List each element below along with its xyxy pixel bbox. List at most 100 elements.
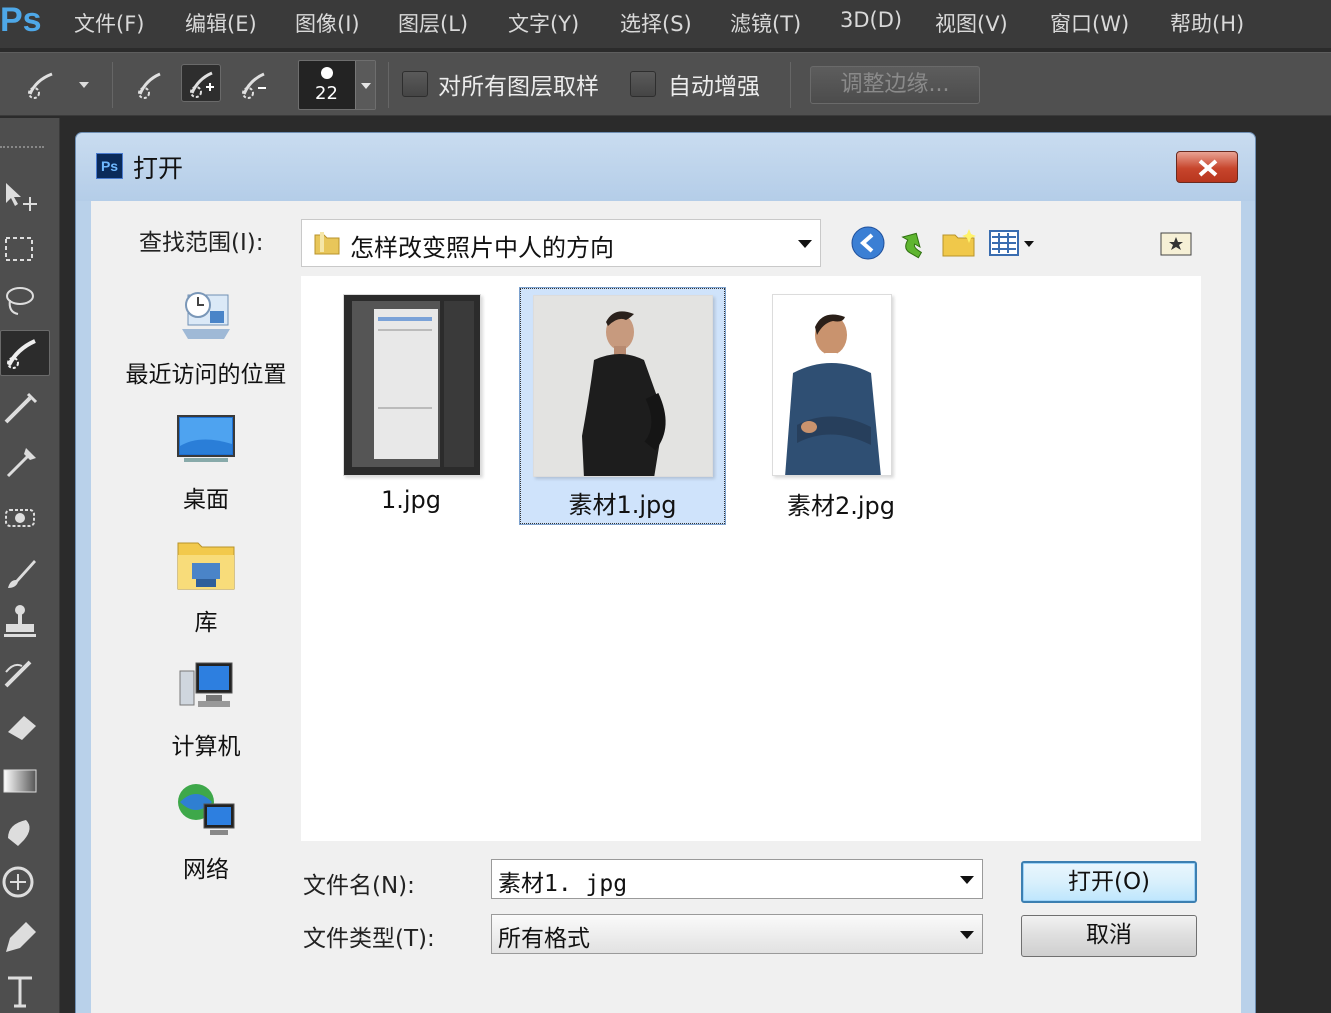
file-name-label: 文件名(N): xyxy=(303,873,415,899)
brush-size-picker[interactable]: 22 xyxy=(298,60,376,110)
network-icon xyxy=(170,776,242,848)
place-label: 最近访问的位置 xyxy=(125,362,287,388)
eyedropper-tool-icon[interactable] xyxy=(0,438,50,484)
recent-places-icon xyxy=(170,281,242,353)
add-to-selection-icon[interactable] xyxy=(181,64,221,102)
brush-tip-icon xyxy=(321,67,333,79)
subtract-from-selection-icon[interactable] xyxy=(234,66,274,104)
crop-tool-icon[interactable] xyxy=(0,386,50,432)
place-libraries[interactable]: 库 xyxy=(111,529,301,637)
tool-preset-dropdown-icon[interactable] xyxy=(79,82,89,88)
file-item[interactable]: 1.jpg xyxy=(331,286,491,516)
computer-icon xyxy=(170,653,242,725)
back-icon[interactable] xyxy=(848,223,888,263)
marquee-tool-icon[interactable] xyxy=(0,226,50,272)
eraser-tool-icon[interactable] xyxy=(0,704,50,750)
menu-window[interactable]: 窗口(W) xyxy=(1050,8,1129,38)
menu-edit[interactable]: 编辑(E) xyxy=(185,8,257,38)
place-label: 库 xyxy=(194,610,218,636)
type-tool-icon[interactable] xyxy=(0,968,50,1013)
menu-select[interactable]: 选择(S) xyxy=(620,8,692,38)
tools-panel xyxy=(0,118,60,1013)
file-name: 1.jpg xyxy=(380,486,442,514)
look-in-value: 怎样改变照片中人的方向 xyxy=(350,234,614,262)
dialog-body: 查找范围(I): 怎样改变照片中人的方向 最近访问的位置 桌面 库 计算机 网络… xyxy=(91,201,1241,1013)
gradient-tool-icon[interactable] xyxy=(0,758,50,804)
libraries-icon xyxy=(170,529,242,601)
file-list-view[interactable]: 1.jpg 素材1.jpg 素材2.jpg xyxy=(301,276,1201,841)
new-folder-icon[interactable] xyxy=(939,223,979,263)
file-name: 素材1.jpg xyxy=(568,491,677,519)
menu-layer[interactable]: 图层(L) xyxy=(398,8,468,38)
menu-file[interactable]: 文件(F) xyxy=(74,8,144,38)
file-type-label: 文件类型(T): xyxy=(303,926,435,952)
dodge-tool-icon[interactable] xyxy=(0,860,50,906)
menu-view[interactable]: 视图(V) xyxy=(935,8,1008,38)
file-name-input[interactable]: 素材1. jpg xyxy=(491,859,983,899)
brush-size-dropdown-icon[interactable] xyxy=(355,61,375,109)
healing-brush-tool-icon[interactable] xyxy=(0,496,50,542)
history-brush-tool-icon[interactable] xyxy=(0,652,50,698)
lasso-tool-icon[interactable] xyxy=(0,278,50,324)
options-separator xyxy=(112,62,113,108)
tool-preset-picker-icon[interactable] xyxy=(22,66,62,104)
folder-icon xyxy=(312,228,342,262)
place-computer[interactable]: 计算机 xyxy=(111,653,301,761)
place-label: 网络 xyxy=(183,857,229,883)
up-one-level-icon[interactable] xyxy=(893,223,933,263)
file-name-value: 素材1. jpg xyxy=(498,871,628,897)
place-network[interactable]: 网络 xyxy=(111,776,301,884)
move-tool-icon[interactable] xyxy=(0,173,50,219)
view-menu-icon[interactable] xyxy=(986,223,1046,263)
new-selection-icon[interactable] xyxy=(130,66,170,104)
file-thumbnail xyxy=(343,294,481,476)
place-label: 计算机 xyxy=(171,734,241,760)
options-separator xyxy=(388,62,389,108)
brush-tool-icon[interactable] xyxy=(0,550,50,596)
auto-enhance-label: 自动增强 xyxy=(668,74,760,100)
auto-enhance-checkbox[interactable] xyxy=(630,71,656,97)
sample-all-layers-checkbox[interactable] xyxy=(402,71,428,97)
file-item-selected[interactable]: 素材1.jpg xyxy=(519,287,726,525)
photoshop-logo: Ps xyxy=(0,1,42,39)
chevron-down-icon xyxy=(960,931,974,939)
chevron-down-icon[interactable] xyxy=(960,876,974,884)
close-button[interactable] xyxy=(1176,151,1238,183)
dialog-title: 打开 xyxy=(133,154,184,183)
brush-size-value: 22 xyxy=(315,83,338,104)
look-in-label: 查找范围(I): xyxy=(139,230,264,256)
dialog-title-bar[interactable]: Ps 打开 xyxy=(76,133,1255,201)
chevron-down-icon xyxy=(798,240,812,248)
quick-selection-tool-icon[interactable] xyxy=(0,330,50,376)
menu-3d[interactable]: 3D(D) xyxy=(840,8,902,32)
look-in-dropdown[interactable]: 怎样改变照片中人的方向 xyxy=(301,219,821,267)
file-thumbnail xyxy=(533,295,713,477)
photoshop-app-icon: Ps xyxy=(96,153,123,179)
options-separator xyxy=(790,62,791,108)
menu-type[interactable]: 文字(Y) xyxy=(508,8,579,38)
menu-help[interactable]: 帮助(H) xyxy=(1170,8,1244,38)
refine-edge-button[interactable]: 调整边缘... xyxy=(810,66,980,104)
file-type-dropdown[interactable]: 所有格式 xyxy=(491,914,983,954)
cancel-button[interactable]: 取消 xyxy=(1021,915,1197,957)
desktop-icon xyxy=(170,406,242,478)
panel-grip[interactable] xyxy=(0,146,44,152)
favorite-folder-icon[interactable] xyxy=(1156,223,1196,263)
pen-tool-icon[interactable] xyxy=(0,914,50,960)
clone-stamp-tool-icon[interactable] xyxy=(0,600,50,646)
place-label: 桌面 xyxy=(183,487,229,513)
close-icon xyxy=(1198,159,1218,177)
place-desktop[interactable]: 桌面 xyxy=(111,406,301,514)
menu-image[interactable]: 图像(I) xyxy=(295,8,360,38)
place-recent[interactable]: 最近访问的位置 xyxy=(111,281,301,389)
blur-tool-icon[interactable] xyxy=(0,810,50,856)
file-thumbnail xyxy=(772,294,892,476)
file-name: 素材2.jpg xyxy=(786,492,896,520)
menu-bar: Ps 文件(F) 编辑(E) 图像(I) 图层(L) 文字(Y) 选择(S) 滤… xyxy=(0,0,1331,48)
open-dialog: Ps 打开 查找范围(I): 怎样改变照片中人的方向 最近访问的位置 桌面 库 … xyxy=(75,132,1256,1013)
file-item[interactable]: 素材2.jpg xyxy=(756,286,926,520)
menu-filter[interactable]: 滤镜(T) xyxy=(730,8,801,38)
open-button[interactable]: 打开(O) xyxy=(1021,861,1197,903)
sample-all-layers-label: 对所有图层取样 xyxy=(438,74,599,100)
file-type-value: 所有格式 xyxy=(498,926,590,952)
